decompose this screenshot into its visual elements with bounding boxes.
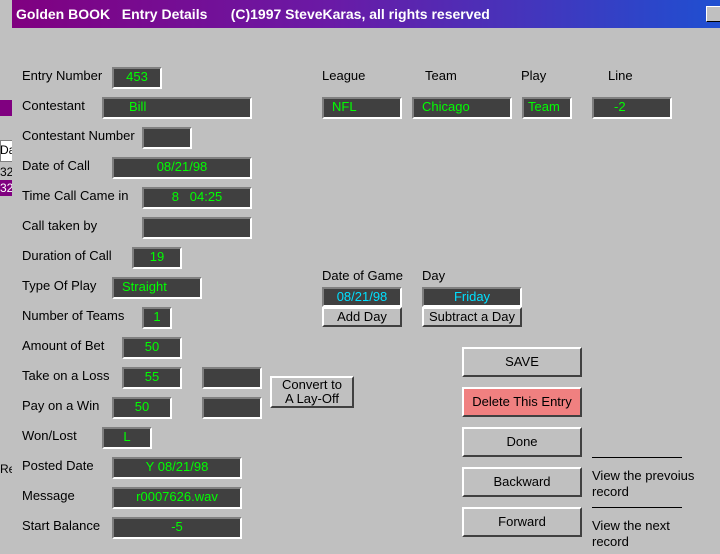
won-lost-label: Won/Lost [22, 428, 77, 443]
date-of-game-label: Date of Game [322, 268, 403, 283]
amount-of-bet-field[interactable]: 50 [122, 337, 182, 359]
call-taken-by-label: Call taken by [22, 218, 98, 233]
take-on-a-loss-label: Take on a Loss [22, 368, 110, 383]
type-of-play-label: Type Of Play [22, 278, 97, 293]
take-on-a-loss-field[interactable]: 55 [122, 367, 182, 389]
league-field[interactable]: NFL [322, 97, 402, 119]
backward-button[interactable]: Backward [462, 467, 582, 497]
contestant-number-label: Contestant Number [22, 128, 135, 143]
done-button[interactable]: Done [462, 427, 582, 457]
entry-number-label: Entry Number [22, 68, 103, 83]
message-label: Message [22, 488, 75, 503]
team-field[interactable]: Chicago [412, 97, 512, 119]
won-lost-field[interactable]: L [102, 427, 152, 449]
divider-line [592, 457, 682, 458]
subtract-day-button[interactable]: Subtract a Day [422, 307, 522, 327]
background-strip [0, 100, 12, 116]
day-field[interactable]: Friday [422, 287, 522, 307]
duration-of-call-field[interactable]: 19 [132, 247, 182, 269]
number-of-teams-field[interactable]: 1 [142, 307, 172, 329]
amount-of-bet-label: Amount of Bet [22, 338, 105, 353]
start-balance-field[interactable]: -5 [112, 517, 242, 539]
contestant-field[interactable]: Bill [102, 97, 252, 119]
convert-to-lay-off-button[interactable]: Convert to A Lay-Off [270, 376, 354, 408]
type-of-play-field[interactable]: Straight [112, 277, 202, 299]
time-call-came-in-field[interactable]: 8 04:25 [142, 187, 252, 209]
delete-entry-button[interactable]: Delete This Entry [462, 387, 582, 417]
message-field[interactable]: r0007626.wav [112, 487, 242, 509]
play-field[interactable]: Team [522, 97, 572, 119]
league-label: League [322, 68, 366, 83]
date-of-call-field[interactable]: 08/21/98 [112, 157, 252, 179]
pay-on-a-win-extra-field[interactable] [202, 397, 262, 419]
date-of-game-field[interactable]: 08/21/98 [322, 287, 402, 307]
call-taken-by-field[interactable] [142, 217, 252, 239]
pay-on-a-win-label: Pay on a Win [22, 398, 100, 413]
next-record-hint-line1: View the next [592, 518, 670, 533]
date-of-call-label: Date of Call [22, 158, 90, 173]
team-label: Team [425, 68, 457, 83]
number-of-teams-label: Number of Teams [22, 308, 125, 323]
add-day-button[interactable]: Add Day [322, 307, 402, 327]
convert-button-line1: Convert to [282, 377, 342, 392]
contestant-number-field[interactable] [142, 127, 192, 149]
play-label: Play [521, 68, 547, 83]
divider-line [592, 507, 682, 508]
title-bar[interactable]: Golden BOOK Entry Details (C)1997 SteveK… [12, 0, 720, 28]
window-title: Golden BOOK Entry Details (C)1997 SteveK… [16, 6, 490, 22]
line-field[interactable]: -2 [592, 97, 672, 119]
start-balance-label: Start Balance [22, 518, 101, 533]
posted-date-field[interactable]: Y 08/21/98 [112, 457, 242, 479]
previous-record-hint-line2: record [592, 484, 629, 499]
entry-details-dialog: Golden BOOK Entry Details (C)1997 SteveK… [12, 0, 720, 554]
forward-button[interactable]: Forward [462, 507, 582, 537]
posted-date-label: Posted Date [22, 458, 94, 473]
entry-number-field[interactable]: 453 [112, 67, 162, 89]
day-label: Day [422, 268, 446, 283]
convert-button-line2: A Lay-Off [285, 391, 339, 406]
close-button[interactable] [706, 6, 720, 22]
contestant-label: Contestant [22, 98, 85, 113]
pay-on-a-win-field[interactable]: 50 [112, 397, 172, 419]
next-record-hint-line2: record [592, 534, 629, 549]
save-button[interactable]: SAVE [462, 347, 582, 377]
previous-record-hint-line1: View the prevoius [592, 468, 695, 483]
time-call-came-in-label: Time Call Came in [22, 188, 129, 203]
take-on-a-loss-extra-field[interactable] [202, 367, 262, 389]
duration-of-call-label: Duration of Call [22, 248, 112, 263]
line-label: Line [608, 68, 633, 83]
